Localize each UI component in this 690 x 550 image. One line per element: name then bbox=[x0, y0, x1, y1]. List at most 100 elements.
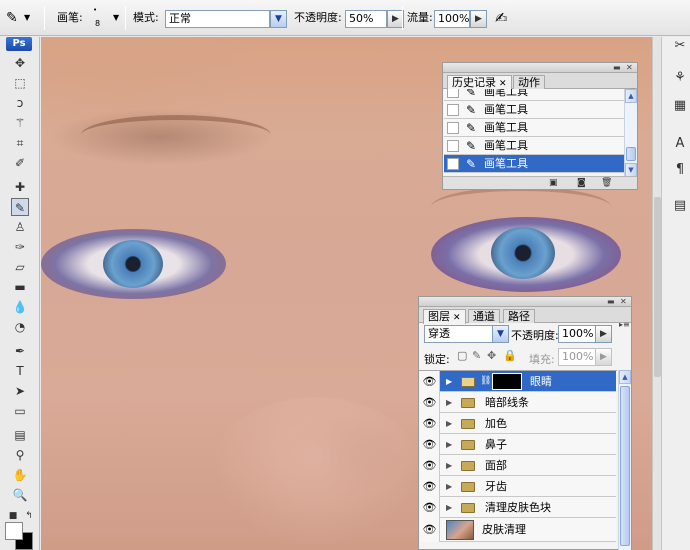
snapshot-checkbox[interactable] bbox=[447, 89, 459, 98]
history-item[interactable]: ✎ 画笔工具 bbox=[444, 89, 624, 101]
expand-triangle-icon[interactable]: ▶ bbox=[446, 413, 452, 434]
pen-tool-icon[interactable]: ✒ bbox=[11, 342, 29, 360]
character-icon[interactable]: A bbox=[671, 135, 689, 153]
history-panel-titlebar[interactable]: ▬ ✕ bbox=[443, 63, 637, 73]
brush-tool-icon[interactable]: ✎ bbox=[11, 198, 29, 216]
minimize-icon[interactable]: ▬ bbox=[613, 63, 621, 72]
layer-row[interactable]: 👁 ▶ ⛓ 眼睛 bbox=[420, 371, 616, 392]
layer-thumbnail[interactable] bbox=[446, 520, 474, 540]
tool-preset-dropdown-icon[interactable]: ▼ bbox=[24, 9, 30, 27]
type-tool-icon[interactable]: T bbox=[11, 362, 29, 380]
lock-image-icon[interactable]: ✎ bbox=[472, 349, 481, 362]
close-tab-icon[interactable]: ✕ bbox=[499, 79, 507, 89]
visibility-eye-icon[interactable]: 👁 bbox=[420, 413, 440, 434]
clone-stamp-tool-icon[interactable]: ♙ bbox=[11, 218, 29, 236]
airbrush-icon[interactable]: ✍ bbox=[495, 9, 508, 27]
minimize-icon[interactable]: ▬ bbox=[607, 297, 615, 306]
navigator-icon[interactable]: ✂ bbox=[671, 37, 689, 55]
visibility-eye-icon[interactable]: 👁 bbox=[420, 392, 440, 413]
mode-select[interactable]: 正常 bbox=[165, 10, 270, 28]
close-tab-icon[interactable]: ✕ bbox=[453, 313, 461, 323]
crop-tool-icon[interactable]: ⌗ bbox=[11, 134, 29, 152]
opacity-input[interactable]: 50% bbox=[345, 10, 387, 28]
layers-scroll-thumb[interactable] bbox=[620, 386, 630, 546]
history-item-selected[interactable]: ✎ 画笔工具 bbox=[444, 155, 624, 173]
tab-layers[interactable]: 图层 ✕ bbox=[423, 309, 466, 324]
blend-mode-select[interactable]: 穿透 bbox=[424, 325, 494, 343]
visibility-eye-icon[interactable]: 👁 bbox=[420, 455, 440, 476]
blend-mode-dropdown-icon[interactable]: ▼ bbox=[492, 325, 509, 343]
brush-picker-dropdown-icon[interactable]: ▼ bbox=[113, 9, 119, 27]
blur-tool-icon[interactable]: 💧 bbox=[11, 298, 29, 316]
lock-all-icon[interactable]: 🔒 bbox=[503, 349, 517, 362]
canvas-vertical-scrollbar[interactable] bbox=[652, 37, 662, 550]
visibility-eye-icon[interactable]: 👁 bbox=[420, 476, 440, 497]
hand-tool-icon[interactable]: ✋ bbox=[11, 466, 29, 484]
layer-row[interactable]: 👁 ▶ 鼻子 bbox=[420, 434, 616, 455]
brushes-icon[interactable]: ⚘ bbox=[671, 69, 689, 87]
close-icon[interactable]: ✕ bbox=[626, 63, 633, 72]
snapshot-checkbox[interactable] bbox=[447, 122, 459, 134]
delete-icon[interactable]: 🗑 bbox=[601, 178, 612, 188]
magic-wand-tool-icon[interactable]: ⚚ bbox=[11, 114, 29, 132]
panel-menu-icon[interactable]: ▸≡ bbox=[619, 320, 630, 329]
layer-row[interactable]: 👁 ▶ 暗部线条 bbox=[420, 392, 616, 413]
foreground-color-swatch[interactable] bbox=[5, 522, 23, 540]
expand-triangle-icon[interactable]: ▶ bbox=[446, 497, 452, 518]
lock-position-icon[interactable]: ✥ bbox=[487, 349, 496, 362]
layer-opacity-arrow-icon[interactable]: ▶ bbox=[595, 325, 612, 343]
gradient-tool-icon[interactable]: ▬ bbox=[11, 278, 29, 296]
brush-tool-icon[interactable]: ✎ bbox=[6, 9, 18, 27]
new-document-icon[interactable]: ▣ bbox=[549, 178, 558, 188]
snapshot-checkbox[interactable] bbox=[447, 158, 459, 170]
visibility-eye-icon[interactable]: 👁 bbox=[420, 434, 440, 455]
paragraph-icon[interactable]: ¶ bbox=[671, 161, 689, 179]
history-item[interactable]: ✎ 画笔工具 bbox=[444, 119, 624, 137]
history-brush-tool-icon[interactable]: ✑ bbox=[11, 238, 29, 256]
visibility-eye-icon[interactable]: 👁 bbox=[420, 497, 440, 518]
lasso-tool-icon[interactable]: ↄ bbox=[11, 94, 29, 112]
layer-row[interactable]: 👁 ▶ 牙齿 bbox=[420, 476, 616, 497]
visibility-eye-icon[interactable]: 👁 bbox=[420, 371, 440, 392]
slice-tool-icon[interactable]: ✐ bbox=[11, 154, 29, 172]
snapshot-checkbox[interactable] bbox=[447, 140, 459, 152]
layer-mask-thumbnail[interactable] bbox=[492, 373, 522, 390]
history-scrollbar[interactable]: ▲ ▼ bbox=[624, 89, 637, 177]
layers-scrollbar[interactable]: ▲ bbox=[618, 370, 631, 550]
tab-paths[interactable]: 路径 bbox=[503, 309, 535, 323]
layer-row[interactable]: 👁 皮肤清理 bbox=[420, 518, 616, 542]
notes-tool-icon[interactable]: ▤ bbox=[11, 426, 29, 444]
tab-history[interactable]: 历史记录 ✕ bbox=[447, 75, 512, 90]
marquee-tool-icon[interactable]: ⬚ bbox=[11, 74, 29, 92]
snapshot-checkbox[interactable] bbox=[447, 104, 459, 116]
history-item[interactable]: ✎ 画笔工具 bbox=[444, 137, 624, 155]
expand-triangle-icon[interactable]: ▶ bbox=[446, 371, 452, 392]
mode-dropdown-icon[interactable]: ▼ bbox=[270, 10, 287, 28]
tool-presets-icon[interactable]: ▦ bbox=[671, 97, 689, 115]
shape-tool-icon[interactable]: ▭ bbox=[11, 402, 29, 420]
zoom-tool-icon[interactable]: 🔍 bbox=[11, 486, 29, 504]
scroll-up-icon[interactable]: ▲ bbox=[619, 370, 631, 384]
move-tool-icon[interactable]: ✥ bbox=[11, 54, 29, 72]
layer-comps-icon[interactable]: ▤ bbox=[671, 197, 689, 215]
canvas-scroll-thumb[interactable] bbox=[654, 197, 661, 377]
history-item[interactable]: ✎ 画笔工具 bbox=[444, 101, 624, 119]
scroll-down-icon[interactable]: ▼ bbox=[625, 163, 637, 177]
expand-triangle-icon[interactable]: ▶ bbox=[446, 476, 452, 497]
expand-triangle-icon[interactable]: ▶ bbox=[446, 392, 452, 413]
expand-triangle-icon[interactable]: ▶ bbox=[446, 455, 452, 476]
healing-brush-tool-icon[interactable]: ✚ bbox=[11, 178, 29, 196]
dodge-tool-icon[interactable]: ◔ bbox=[11, 318, 29, 336]
path-selection-tool-icon[interactable]: ➤ bbox=[11, 382, 29, 400]
mask-link-icon[interactable]: ⛓ bbox=[480, 371, 491, 392]
new-snapshot-icon[interactable]: ◙ bbox=[577, 178, 586, 188]
history-scroll-thumb[interactable] bbox=[626, 147, 636, 161]
layer-row[interactable]: 👁 ▶ 加色 bbox=[420, 413, 616, 434]
layer-opacity-input[interactable]: 100% bbox=[558, 325, 596, 343]
scroll-up-icon[interactable]: ▲ bbox=[625, 89, 637, 103]
tab-actions[interactable]: 动作 bbox=[513, 75, 545, 89]
eraser-tool-icon[interactable]: ▱ bbox=[11, 258, 29, 276]
lock-transparency-icon[interactable]: ▢ bbox=[457, 349, 467, 362]
layer-row[interactable]: 👁 ▶ 面部 bbox=[420, 455, 616, 476]
layers-panel-titlebar[interactable]: ▬ ✕ bbox=[419, 297, 631, 307]
